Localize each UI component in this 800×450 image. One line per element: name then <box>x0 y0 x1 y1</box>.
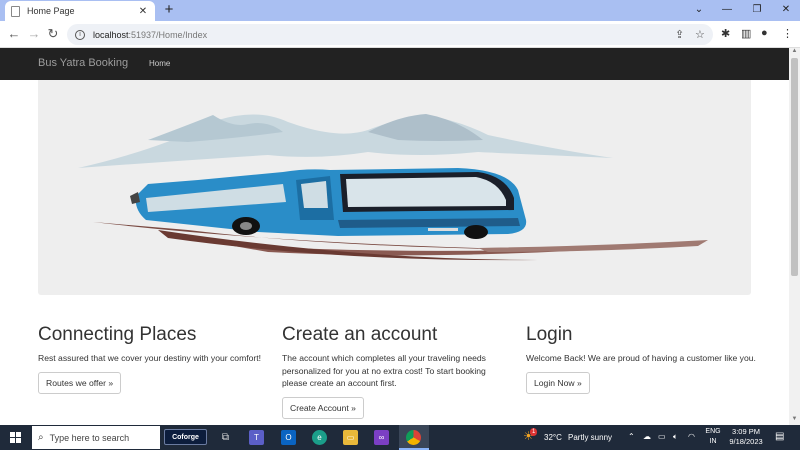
notifications-icon[interactable]: ▤ <box>775 431 784 442</box>
scroll-down-icon[interactable]: ▼ <box>789 416 800 425</box>
edge-icon[interactable]: e <box>312 430 327 445</box>
nav-link-home[interactable]: Home <box>149 59 170 68</box>
coforge-app-icon[interactable]: Coforge <box>164 429 207 445</box>
scrollbar-thumb[interactable] <box>791 58 798 276</box>
browser-toolbar: ← → ↻ i localhost:51937/Home/Index ⇪ ☆ ✱… <box>0 21 800 48</box>
hero-bus-image <box>38 80 751 295</box>
page-favicon-icon <box>11 5 20 17</box>
wifi-icon[interactable]: ◠ <box>688 432 695 441</box>
speaker-icon[interactable]: 🔈︎ <box>673 432 678 442</box>
column-heading: Create an account <box>282 324 438 345</box>
extensions-puzzle-icon[interactable]: ✱ <box>721 27 730 40</box>
create-account-button[interactable]: Create Account » <box>282 396 364 419</box>
column-heading: Connecting Places <box>38 324 197 345</box>
taskbar-search-box[interactable]: ⌕ Type here to search <box>32 426 160 449</box>
windows-taskbar: ⌕ Type here to search Coforge ⧉ T O e ▭ … <box>0 425 800 450</box>
task-view-icon[interactable]: ⧉ <box>218 430 233 445</box>
outlook-icon[interactable]: O <box>281 430 296 445</box>
login-button[interactable]: Login Now » <box>526 371 590 394</box>
show-hidden-icons[interactable]: ⌃ <box>628 432 635 441</box>
clock-date: 9/18/2023 <box>729 437 763 446</box>
search-icon: ⌕ <box>38 432 44 443</box>
battery-icon[interactable]: ▭ <box>658 432 666 441</box>
visual-studio-icon[interactable]: ∞ <box>374 430 389 445</box>
url-text[interactable]: localhost:51937/Home/Index <box>93 30 207 40</box>
site-navbar: Bus Yatra Booking Home <box>0 48 789 80</box>
system-clock[interactable]: 3:09 PM 9/18/2023 <box>724 425 768 450</box>
weather-temp: 32°C <box>544 433 562 442</box>
share-icon[interactable]: ⇪ <box>675 28 684 41</box>
windows-start-icon[interactable] <box>10 432 21 443</box>
url-host: localhost <box>93 29 129 40</box>
column-login: Login Welcome Back! We are proud of havi… <box>526 324 756 394</box>
chrome-icon <box>406 430 421 445</box>
search-placeholder: Type here to search <box>49 432 130 443</box>
teams-icon[interactable]: T <box>249 430 264 445</box>
forward-arrow-icon[interactable]: → <box>26 26 42 42</box>
language-indicator[interactable]: ENG IN <box>704 425 722 450</box>
column-connecting-places: Connecting Places Rest assured that we c… <box>38 324 268 394</box>
language-region: IN <box>709 438 717 445</box>
clock-time: 3:09 PM <box>732 427 760 436</box>
bookmark-star-icon[interactable]: ☆ <box>695 28 705 41</box>
back-arrow-icon[interactable]: ← <box>6 26 22 42</box>
profile-icon[interactable]: ● <box>761 27 768 39</box>
browser-tab[interactable]: Home Page ✕ <box>5 1 155 21</box>
onedrive-cloud-icon[interactable]: ☁ <box>643 432 651 441</box>
url-path: :51937/Home/Index <box>128 29 208 40</box>
scroll-up-icon[interactable]: ▲ <box>789 48 800 57</box>
brand-link[interactable]: Bus Yatra Booking <box>38 57 128 69</box>
weather-text: Partly sunny <box>568 433 613 442</box>
column-text: The account which completes all your tra… <box>282 353 486 388</box>
browser-menu-icon[interactable]: ⋮ <box>782 27 793 40</box>
bus-illustration <box>78 114 708 261</box>
minimize-button[interactable]: — <box>712 0 742 21</box>
close-window-button[interactable]: ✕ <box>771 0 800 21</box>
weather-badge: 1 <box>530 428 538 436</box>
side-panel-icon[interactable]: ▥ <box>741 27 751 40</box>
address-bar[interactable]: i localhost:51937/Home/Index ⇪ ☆ <box>67 24 713 45</box>
reload-icon[interactable]: ↻ <box>45 26 61 42</box>
column-text: Welcome Back! We are proud of having a c… <box>526 353 756 363</box>
tab-close-icon[interactable]: ✕ <box>137 6 149 17</box>
column-create-account: Create an account The account which comp… <box>282 324 512 419</box>
routes-button[interactable]: Routes we offer » <box>38 371 122 394</box>
site-info-icon[interactable]: i <box>75 29 85 40</box>
new-tab-button[interactable]: + <box>161 2 177 18</box>
page-scrollbar[interactable]: ▲ ▼ <box>789 48 800 425</box>
page-viewport: Bus Yatra Booking Home Connecting Places… <box>0 48 789 425</box>
browser-tab-strip: Home Page ✕ + ⌄ — ❐ ✕ <box>0 0 800 21</box>
tab-title: Home Page <box>27 6 75 16</box>
language-code: ENG <box>705 428 721 435</box>
column-text: Rest assured that we cover your destiny … <box>38 353 262 363</box>
tab-search-dropdown-icon[interactable]: ⌄ <box>684 0 714 21</box>
file-explorer-icon[interactable]: ▭ <box>343 430 358 445</box>
restore-button[interactable]: ❐ <box>742 0 772 21</box>
column-heading: Login <box>526 324 573 345</box>
chrome-taskbar-button[interactable] <box>399 425 429 450</box>
